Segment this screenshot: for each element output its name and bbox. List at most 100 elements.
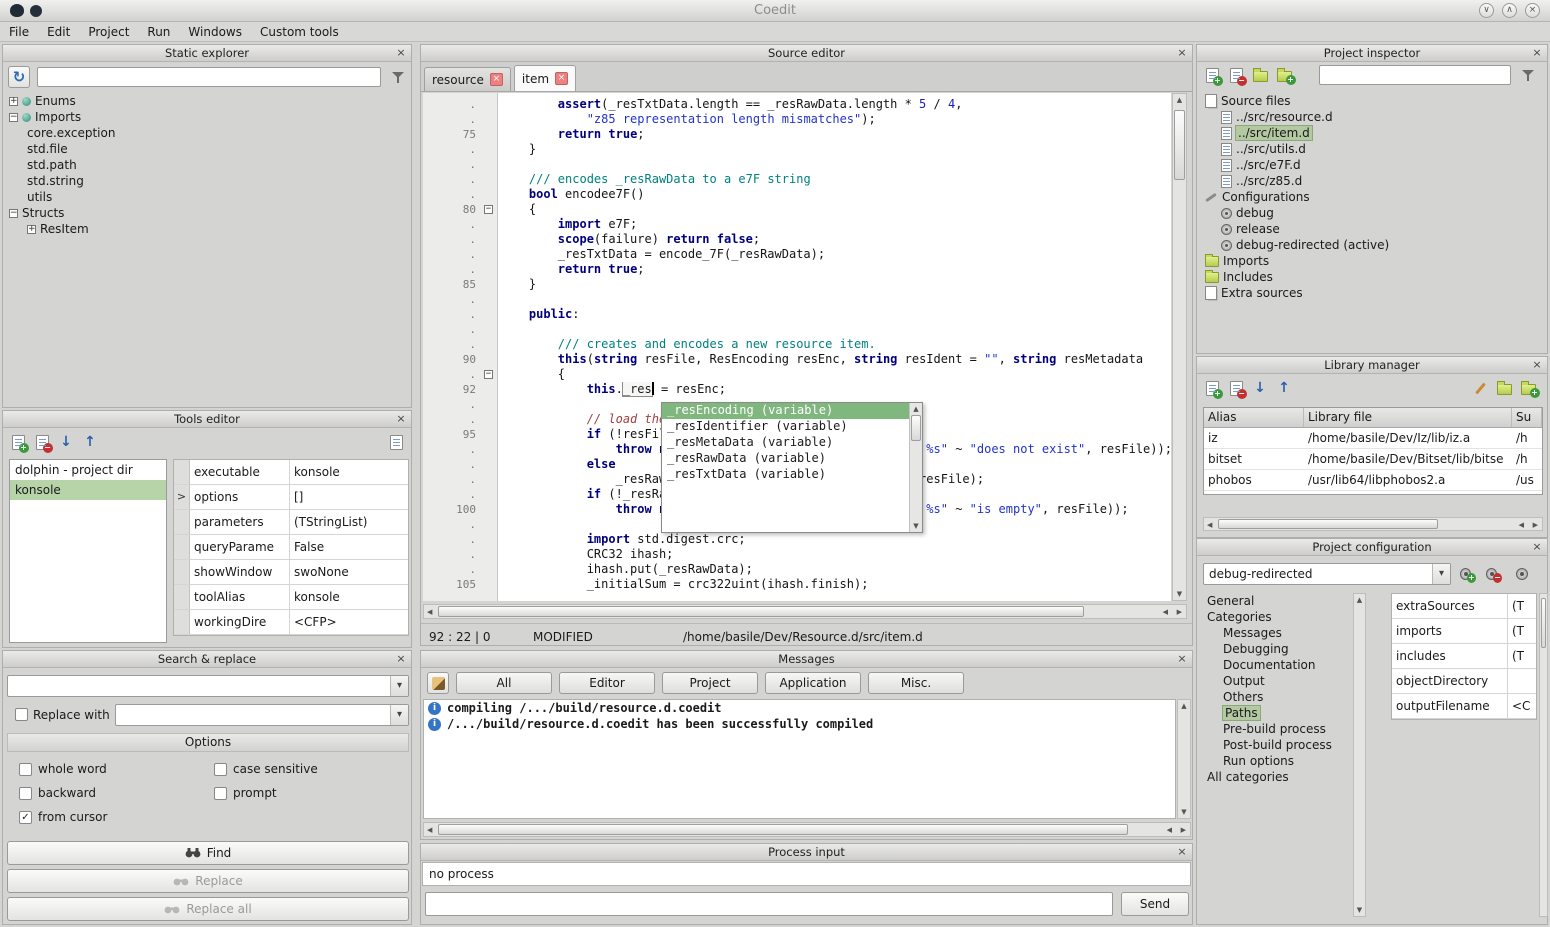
expander-icon[interactable]: − [9,113,18,122]
scroll-down-icon[interactable]: ▼ [1173,590,1186,598]
close-panel-icon[interactable]: × [1530,46,1544,60]
property-row[interactable]: queryParameFalse [174,535,408,560]
property-value[interactable]: (T [1508,619,1536,643]
find-button[interactable]: Find [7,841,409,865]
category-item[interactable]: Post-build process [1203,737,1349,753]
add-source-button[interactable]: + [1201,64,1223,86]
category-item[interactable]: Documentation [1203,657,1349,673]
add-library-folder-button[interactable]: + [1517,377,1539,399]
option-row[interactable]: case sensitive [210,757,405,781]
menu-item-project[interactable]: Project [79,22,138,41]
edit-library-button[interactable] [1469,377,1491,399]
symbol-search-input[interactable] [37,67,381,87]
tree-item[interactable]: std.file [3,141,413,157]
scroll-down-icon[interactable]: ▼ [1354,906,1365,914]
tree-item[interactable]: +Enums [3,93,413,109]
category-item[interactable]: Categories [1203,609,1349,625]
shade-button[interactable]: ∨ [1479,3,1494,18]
open-library-folder-button[interactable] [1493,377,1515,399]
completion-item[interactable]: _resTxtData (variable) [662,467,909,483]
tree-item[interactable]: core.exception [3,125,413,141]
library-row[interactable]: phobos/usr/lib64/libphobos2.a/us [1204,470,1542,491]
scroll-thumb[interactable] [1218,519,1438,529]
unregister-library-button[interactable]: − [1225,377,1247,399]
config-property-row[interactable]: objectDirectory [1392,669,1536,694]
scroll-up-icon[interactable]: ▲ [1354,596,1365,604]
scroll-left-icon[interactable]: ◀ [1207,521,1212,529]
categories-scrollbar[interactable]: ▲ ▼ [1353,593,1366,917]
messages-vertical-scrollbar[interactable]: ▲ ▼ [1177,699,1191,819]
inspector-item[interactable]: Includes [1197,269,1549,285]
close-panel-icon[interactable]: × [394,46,408,60]
close-window-button[interactable]: × [1525,3,1540,18]
inspector-item[interactable]: debug-redirected (active) [1197,237,1549,253]
inspector-item[interactable]: Extra sources [1197,285,1549,301]
inspector-item[interactable]: Source files [1197,93,1549,109]
close-panel-icon[interactable]: × [1530,540,1544,554]
process-input-field[interactable] [425,892,1113,916]
inspector-item[interactable]: ../src/e7F.d [1197,157,1549,173]
scroll-right-icon[interactable]: ▶ [1177,608,1182,616]
menu-item-custom-tools[interactable]: Custom tools [251,22,348,41]
checkbox[interactable] [19,763,32,776]
replace-enable-checkbox[interactable] [15,708,28,721]
library-row[interactable]: iz/home/basile/Dev/Iz/lib/iz.a/h [1204,428,1542,449]
scroll-down-icon[interactable]: ▼ [1178,808,1190,816]
property-value[interactable]: <CFP> [290,610,408,634]
move-tool-up-button[interactable]: ↑ [79,431,101,453]
close-panel-icon[interactable]: × [394,412,408,426]
property-value[interactable] [1508,669,1536,693]
remove-configuration-button[interactable]: − [1485,563,1507,585]
open-folder-button[interactable] [1249,64,1271,86]
menu-item-run[interactable]: Run [138,22,179,41]
tab-close-icon[interactable]: × [555,72,568,85]
checkbox[interactable] [214,763,227,776]
search-term-combobox[interactable]: ▾ [7,675,409,697]
scroll-down-icon[interactable]: ▼ [910,522,922,530]
editor-vertical-scrollbar[interactable]: ▲ ▼ [1172,93,1187,601]
config-property-row[interactable]: outputFilename<C [1392,694,1536,719]
dropdown-arrow-icon[interactable]: ▾ [1432,564,1450,584]
remove-source-button[interactable]: − [1225,64,1247,86]
scroll-right-icon[interactable]: ▶ [1533,521,1538,529]
expander-icon[interactable]: − [9,209,18,218]
fold-collapse-icon[interactable]: − [484,370,493,379]
config-property-row[interactable]: extraSources(T [1392,594,1536,619]
symbol-filter-button[interactable] [387,66,409,88]
property-row[interactable]: executablekonsole [174,460,408,485]
completion-item[interactable]: _resRawData (variable) [662,451,909,467]
category-item[interactable]: Output [1203,673,1349,689]
tree-item[interactable]: std.path [3,157,413,173]
scroll-left-icon[interactable]: ◀ [427,826,432,834]
add-folder-button[interactable]: + [1273,64,1295,86]
option-row[interactable]: ✓from cursor [15,805,210,829]
expander-icon[interactable]: + [27,225,36,234]
completion-scrollbar[interactable]: ▲ ▼ [909,403,922,532]
scroll-right-icon[interactable]: ▶ [1181,826,1186,834]
category-item[interactable]: Messages [1203,625,1349,641]
inspector-item[interactable]: ../src/z85.d [1197,173,1549,189]
option-row[interactable]: whole word [15,757,210,781]
library-row[interactable]: bitset/home/basile/Dev/Bitset/lib/bitse/… [1204,449,1542,470]
category-item[interactable]: All categories [1203,769,1349,785]
messages-filter-application[interactable]: Application [765,672,861,694]
message-row[interactable]: icompiling /.../build/resource.d.coedit [424,700,1175,716]
property-row[interactable]: toolAliaskonsole [174,585,408,610]
close-panel-icon[interactable]: × [1175,652,1189,666]
clear-messages-button[interactable] [427,672,449,694]
move-tool-down-button[interactable]: ↓ [55,431,77,453]
tool-list-item[interactable]: konsole [10,480,166,500]
scroll-left-icon[interactable]: ◀ [1167,826,1172,834]
scroll-left-icon[interactable]: ◀ [427,608,432,616]
inspector-filter-button[interactable] [1517,64,1539,86]
scroll-up-icon[interactable]: ▲ [1178,702,1190,710]
category-item[interactable]: Run options [1203,753,1349,769]
menu-item-file[interactable]: File [0,22,38,41]
close-panel-icon[interactable]: × [1175,46,1189,60]
scroll-thumb[interactable] [438,606,1084,617]
refresh-button[interactable]: ↻ [8,66,30,88]
property-row[interactable]: workingDire<CFP> [174,610,408,635]
scroll-up-icon[interactable]: ▲ [1173,96,1186,104]
menu-item-edit[interactable]: Edit [38,22,79,41]
remove-tool-button[interactable]: − [31,431,53,453]
